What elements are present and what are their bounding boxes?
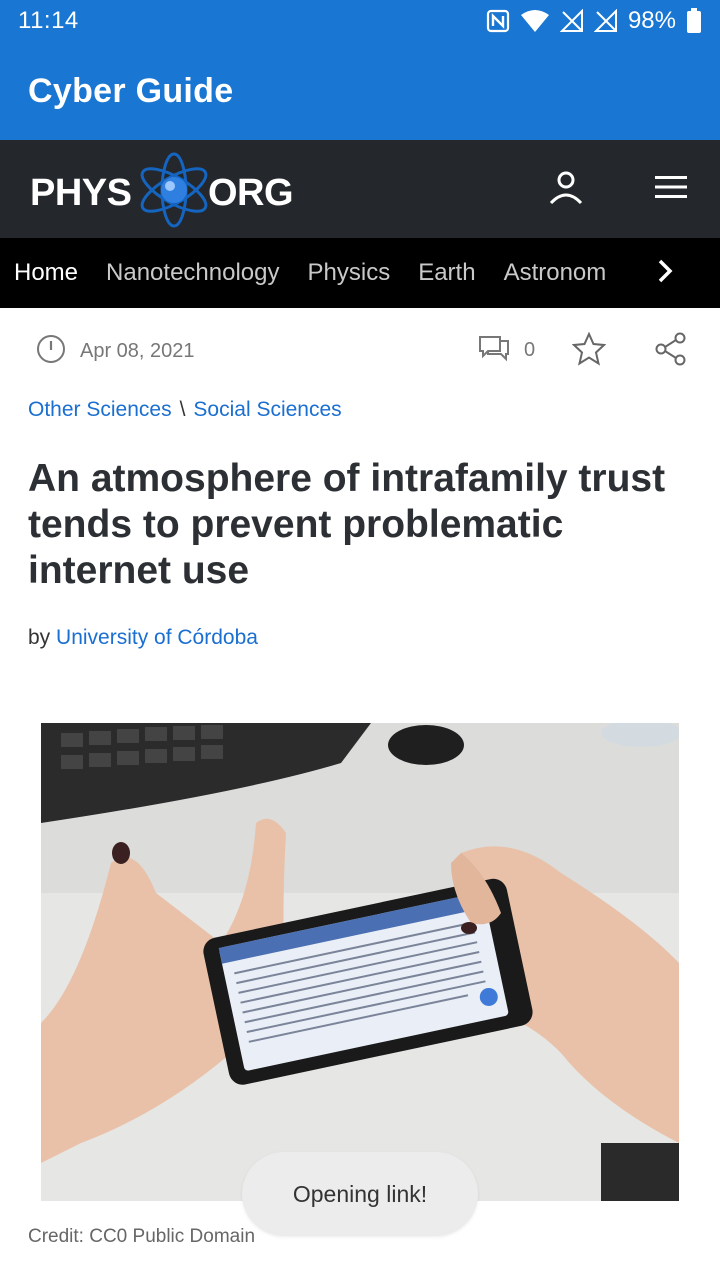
article-date: Apr 08, 2021: [80, 340, 195, 362]
bookmark-button[interactable]: [571, 331, 607, 371]
nav-item-astronomy[interactable]: Astronom: [490, 259, 621, 287]
share-button[interactable]: [654, 332, 688, 371]
user-icon: [548, 169, 584, 210]
logo-text-right: ORG: [208, 172, 294, 214]
phone-in-hands-illustration: [41, 723, 679, 1201]
nfc-icon: [486, 9, 510, 33]
chevron-right-icon: [657, 258, 673, 289]
comments-button[interactable]: 0: [478, 334, 535, 367]
status-time: 11:14: [18, 7, 79, 34]
nav-scroll-right-button[interactable]: [610, 238, 720, 308]
date-info: Apr 08, 2021: [36, 334, 195, 369]
breadcrumb-separator: \: [179, 398, 186, 421]
atom-logo-icon: [134, 152, 214, 233]
article-image[interactable]: [41, 723, 679, 1201]
comment-count: 0: [524, 339, 536, 361]
nav-item-home[interactable]: Home: [0, 259, 92, 287]
nav-item-physics[interactable]: Physics: [294, 259, 405, 287]
hamburger-menu-icon: [654, 174, 688, 205]
app-bar: Cyber Guide: [0, 42, 720, 140]
byline-prefix: by: [28, 626, 51, 649]
nav-item-earth[interactable]: Earth: [404, 259, 489, 287]
article-meta: Apr 08, 2021 0: [0, 320, 720, 378]
wifi-icon: [520, 9, 550, 33]
signal-off-icon: [559, 9, 584, 33]
battery-icon: [686, 8, 702, 34]
share-icon: [654, 332, 688, 370]
breadcrumb-other-sciences[interactable]: Other Sciences: [28, 398, 172, 422]
status-bar: 11:14 98%: [0, 0, 720, 42]
logo-text-left: PHYS: [30, 172, 132, 214]
image-caption: Credit: CC0 Public Domain: [28, 1226, 256, 1247]
signal-off-icon: [593, 9, 618, 33]
star-icon: [571, 331, 607, 370]
menu-button[interactable]: [650, 168, 692, 210]
status-icons: 98%: [486, 7, 702, 35]
toast-message: Opening link!: [242, 1152, 478, 1236]
battery-percent: 98%: [627, 7, 676, 34]
user-account-button[interactable]: [545, 168, 587, 210]
byline: by University of Córdoba: [28, 626, 258, 650]
breadcrumb-social-sciences[interactable]: Social Sciences: [193, 398, 341, 422]
comments-icon: [478, 334, 510, 367]
article-title: An atmosphere of intrafamily trust tends…: [28, 457, 666, 592]
site-header: PHYS ORG: [0, 140, 720, 238]
clock-icon: [36, 334, 66, 369]
author-link[interactable]: University of Córdoba: [56, 626, 258, 649]
nav-item-nanotechnology[interactable]: Nanotechnology: [92, 259, 293, 287]
breadcrumb: Other Sciences \ Social Sciences: [28, 398, 342, 422]
app-title: Cyber Guide: [28, 71, 234, 110]
category-nav: Home Nanotechnology Physics Earth Astron…: [0, 238, 720, 308]
site-logo[interactable]: PHYS ORG: [30, 150, 300, 228]
